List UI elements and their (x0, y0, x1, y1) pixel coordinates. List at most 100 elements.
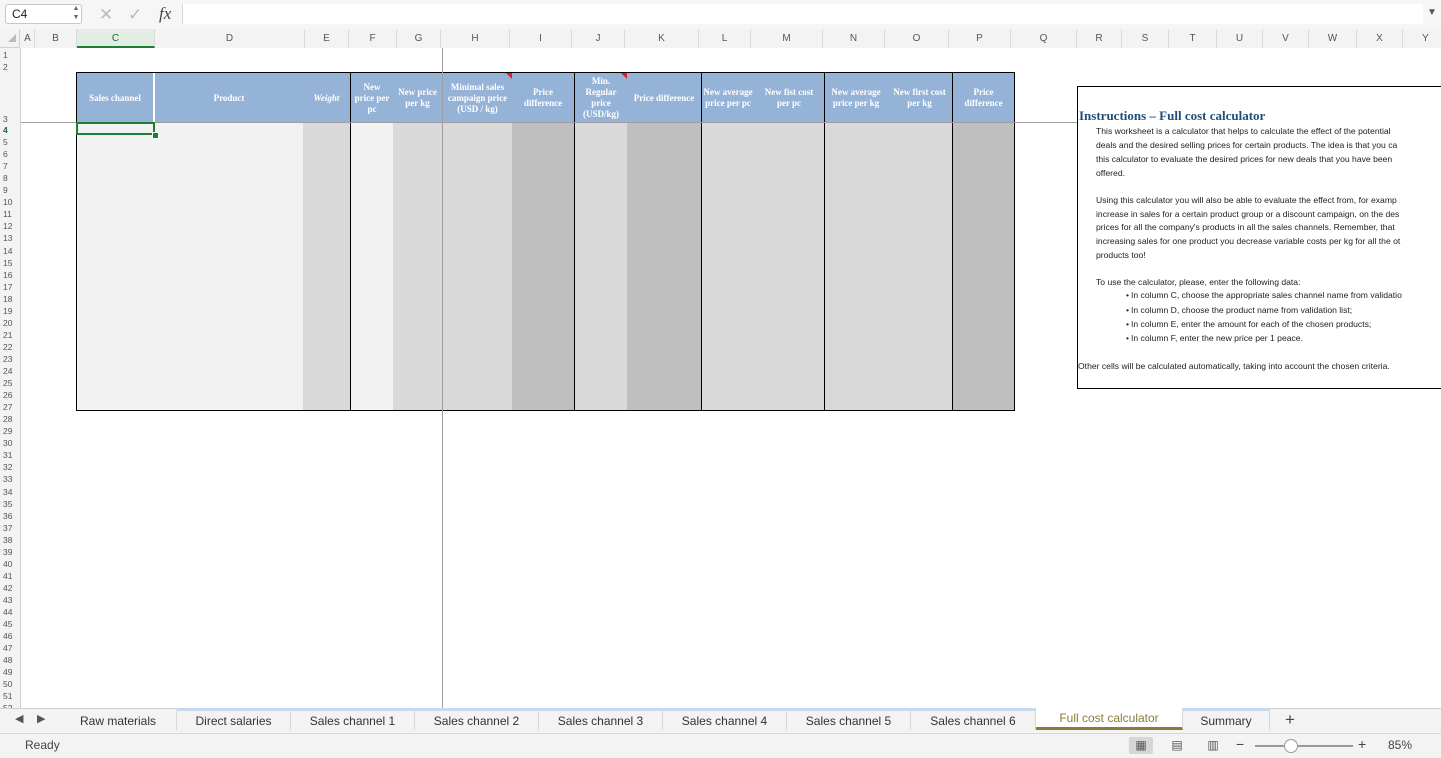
body-min-regular-price[interactable] (575, 123, 627, 410)
row-header-11[interactable]: 11 (0, 209, 20, 219)
row-header-2[interactable]: 2 (0, 62, 20, 72)
row-header-32[interactable]: 32 (0, 462, 20, 472)
tab-scroll-left-icon[interactable]: ◀ (15, 712, 23, 725)
row-header-3[interactable]: 3 (0, 114, 20, 124)
row-header-33[interactable]: 33 (0, 474, 20, 484)
row-header-23[interactable]: 23 (0, 354, 20, 364)
row-header-30[interactable]: 30 (0, 438, 20, 448)
row-header-8[interactable]: 8 (0, 173, 20, 183)
column-header-f[interactable]: F (349, 29, 397, 48)
fill-handle[interactable] (152, 132, 159, 139)
add-sheet-icon[interactable]: + (1277, 710, 1303, 730)
header-price-difference-1[interactable]: Price difference (512, 73, 574, 123)
row-header-46[interactable]: 46 (0, 631, 20, 641)
column-header-t[interactable]: T (1169, 29, 1217, 48)
row-header-22[interactable]: 22 (0, 342, 20, 352)
column-header-e[interactable]: E (305, 29, 349, 48)
row-header-21[interactable]: 21 (0, 330, 20, 340)
column-header-r[interactable]: R (1077, 29, 1122, 48)
row-header-50[interactable]: 50 (0, 679, 20, 689)
row-header-28[interactable]: 28 (0, 414, 20, 424)
row-header-25[interactable]: 25 (0, 378, 20, 388)
column-header-l[interactable]: L (699, 29, 751, 48)
comment-indicator-icon[interactable] (621, 73, 627, 79)
row-header-27[interactable]: 27 (0, 402, 20, 412)
column-header-m[interactable]: M (751, 29, 823, 48)
body-price-difference-3[interactable] (953, 123, 1014, 410)
column-header-u[interactable]: U (1217, 29, 1263, 48)
tab-sales-channel-2[interactable]: Sales channel 2 (415, 708, 539, 730)
row-header-9[interactable]: 9 (0, 185, 20, 195)
column-header-q[interactable]: Q (1011, 29, 1077, 48)
body-new-price-kg-min-campaign[interactable] (393, 123, 512, 410)
header-sales-channel[interactable]: Sales channel (77, 73, 153, 123)
zoom-out-icon[interactable]: − (1236, 736, 1244, 752)
body-new-costs[interactable] (702, 123, 952, 410)
row-header-45[interactable]: 45 (0, 619, 20, 629)
row-header-42[interactable]: 42 (0, 583, 20, 593)
row-header-20[interactable]: 20 (0, 318, 20, 328)
column-header-a[interactable]: A (21, 29, 35, 48)
insert-function-icon[interactable]: fx (159, 4, 171, 24)
tab-sales-channel-4[interactable]: Sales channel 4 (663, 708, 787, 730)
row-header-29[interactable]: 29 (0, 426, 20, 436)
header-new-first-cost-pc[interactable]: New fist cost per pc (754, 73, 824, 123)
active-cell-c4[interactable] (76, 122, 155, 135)
row-header-5[interactable]: 5 (0, 137, 20, 147)
tab-summary[interactable]: Summary (1183, 708, 1270, 730)
header-new-price-pc[interactable]: New price per pc (351, 73, 393, 123)
column-header-y[interactable]: Y (1403, 29, 1441, 48)
cancel-icon[interactable]: ✕ (99, 5, 113, 25)
normal-view-icon[interactable]: ▦ (1129, 737, 1153, 754)
chevron-down-icon[interactable]: ▼ (1427, 7, 1437, 18)
zoom-level[interactable]: 85% (1388, 738, 1412, 752)
column-header-o[interactable]: O (885, 29, 949, 48)
tab-direct-salaries[interactable]: Direct salaries (177, 708, 291, 730)
body-price-difference-1[interactable] (512, 123, 574, 410)
column-header-s[interactable]: S (1122, 29, 1169, 48)
row-header-16[interactable]: 16 (0, 270, 20, 280)
row-header-41[interactable]: 41 (0, 571, 20, 581)
header-price-difference-2[interactable]: Price difference (627, 73, 701, 123)
row-header-13[interactable]: 13 (0, 233, 20, 243)
row-header-10[interactable]: 10 (0, 197, 20, 207)
confirm-icon[interactable]: ✓ (128, 5, 142, 25)
body-new-price-pc[interactable] (351, 123, 393, 410)
row-header-38[interactable]: 38 (0, 535, 20, 545)
column-header-n[interactable]: N (823, 29, 885, 48)
tab-sales-channel-6[interactable]: Sales channel 6 (911, 708, 1036, 730)
header-new-average-price-pc[interactable]: New average price per pc (702, 73, 754, 123)
column-header-p[interactable]: P (949, 29, 1011, 48)
row-header-36[interactable]: 36 (0, 511, 20, 521)
header-new-first-cost-kg[interactable]: New first cost per kg (887, 73, 952, 123)
column-header-g[interactable]: G (397, 29, 441, 48)
row-header-7[interactable]: 7 (0, 161, 20, 171)
row-header-19[interactable]: 19 (0, 306, 20, 316)
header-min-campaign-price[interactable]: Minimal sales campaign price (USD / kg) (443, 73, 512, 123)
row-header-15[interactable]: 15 (0, 258, 20, 268)
comment-indicator-icon[interactable] (506, 73, 512, 79)
row-header-14[interactable]: 14 (0, 246, 20, 256)
column-header-j[interactable]: J (572, 29, 625, 48)
name-box-stepper-icon[interactable]: ▲ ▼ (70, 4, 82, 24)
row-header-18[interactable]: 18 (0, 294, 20, 304)
column-header-x[interactable]: X (1357, 29, 1403, 48)
tab-sales-channel-5[interactable]: Sales channel 5 (787, 708, 911, 730)
column-header-v[interactable]: V (1263, 29, 1309, 48)
column-header-k[interactable]: K (625, 29, 699, 48)
column-header-w[interactable]: W (1309, 29, 1357, 48)
row-header-48[interactable]: 48 (0, 655, 20, 665)
zoom-in-icon[interactable]: + (1358, 736, 1366, 752)
instructions-box[interactable]: Instructions – Full cost calculator This… (1077, 86, 1441, 389)
row-header-17[interactable]: 17 (0, 282, 20, 292)
tab-raw-materials[interactable]: Raw materials (60, 708, 177, 730)
row-header-31[interactable]: 31 (0, 450, 20, 460)
row-header-44[interactable]: 44 (0, 607, 20, 617)
formula-input[interactable] (183, 4, 1423, 24)
row-header-39[interactable]: 39 (0, 547, 20, 557)
tab-sales-channel-1[interactable]: Sales channel 1 (291, 708, 415, 730)
column-header-d[interactable]: D (155, 29, 305, 48)
row-header-6[interactable]: 6 (0, 149, 20, 159)
row-header-35[interactable]: 35 (0, 499, 20, 509)
header-price-difference-3[interactable]: Price difference (953, 73, 1014, 123)
